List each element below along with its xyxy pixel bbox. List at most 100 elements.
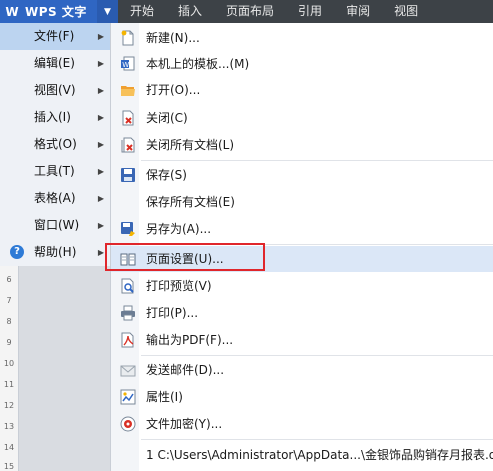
tab-references[interactable]: 引用 bbox=[286, 0, 334, 23]
close-document-icon bbox=[122, 110, 134, 126]
menu-item-label: 打印预览(V) bbox=[146, 279, 212, 293]
menu-item-new[interactable]: 新建(N)... C bbox=[111, 25, 493, 51]
menu-item-label: 窗口(W) bbox=[34, 218, 80, 232]
menu-item-edit[interactable]: 编辑(E) ▶ bbox=[0, 50, 110, 77]
menu-item-label: 保存(S) bbox=[146, 168, 187, 182]
highlight-box bbox=[105, 243, 265, 271]
ruler-tick: 7 bbox=[6, 296, 12, 305]
ruler-tick: 10 bbox=[3, 359, 15, 368]
tab-review[interactable]: 审阅 bbox=[334, 0, 382, 23]
main-menu: 文件(F) ▶ 编辑(E) ▶ 视图(V) ▶ 插入(I) ▶ 格式(O) ▶ … bbox=[0, 23, 111, 266]
chevron-right-icon: ▶ bbox=[97, 86, 104, 95]
menu-item-label: 文件(F) bbox=[34, 29, 75, 43]
ruler-tick: 13 bbox=[3, 422, 15, 431]
menu-item-label: 保存所有文档(E) bbox=[146, 195, 235, 209]
recent-file-path: 1 C:\Users\Administrator\AppData...\金银饰品… bbox=[146, 448, 493, 462]
menu-item-label: 新建(N)... bbox=[146, 31, 200, 45]
ruler-tick: 11 bbox=[3, 380, 15, 389]
menu-item-encrypt[interactable]: 文件加密(Y)... bbox=[111, 411, 493, 437]
menu-item-label: 关闭所有文档(L) bbox=[146, 138, 235, 152]
menu-item-template[interactable]: W 本机上的模板...(M) bbox=[111, 51, 493, 77]
help-icon: ? bbox=[10, 245, 24, 259]
menu-item-open[interactable]: 打开(O)... C bbox=[111, 77, 493, 103]
menu-item-label: 输出为PDF(F)... bbox=[146, 333, 234, 347]
pdf-export-icon bbox=[121, 332, 134, 348]
menu-item-label: 工具(T) bbox=[34, 164, 75, 178]
menu-item-label: 发送邮件(D)... bbox=[146, 363, 225, 377]
menu-item-label: 视图(V) bbox=[34, 83, 76, 97]
menu-item-send-mail[interactable]: 发送邮件(D)... bbox=[111, 357, 493, 383]
close-all-documents-icon bbox=[121, 137, 135, 153]
menu-item-save[interactable]: 保存(S) C bbox=[111, 162, 493, 188]
menu-item-print-preview[interactable]: 打印预览(V) bbox=[111, 273, 493, 299]
menu-separator bbox=[141, 355, 493, 356]
printer-icon bbox=[121, 305, 135, 321]
menu-item-file[interactable]: 文件(F) ▶ bbox=[0, 23, 110, 50]
menu-item-label: 打开(O)... bbox=[146, 83, 201, 97]
menu-item-label: 帮助(H) bbox=[34, 245, 77, 259]
ruler-tick: 15 bbox=[3, 462, 15, 471]
menu-item-insert[interactable]: 插入(I) ▶ bbox=[0, 104, 110, 131]
ruler-tick: 8 bbox=[6, 317, 12, 326]
chevron-right-icon: ▶ bbox=[97, 194, 104, 203]
menu-item-close[interactable]: 关闭(C) bbox=[111, 105, 493, 131]
ruler-tick: 12 bbox=[3, 401, 15, 410]
tab-home[interactable]: 开始 bbox=[118, 0, 166, 23]
menu-item-label: 另存为(A)... bbox=[146, 222, 212, 236]
menu-item-help[interactable]: ? 帮助(H) ▶ bbox=[0, 239, 110, 266]
save-icon bbox=[121, 168, 135, 182]
print-preview-icon bbox=[121, 278, 134, 294]
menu-item-label: 编辑(E) bbox=[34, 56, 75, 70]
svg-text:W: W bbox=[122, 61, 129, 69]
chevron-down-icon[interactable]: ▼ bbox=[97, 0, 118, 23]
menu-item-label: 表格(A) bbox=[34, 191, 76, 205]
menu-separator bbox=[141, 439, 493, 440]
properties-icon bbox=[120, 389, 136, 405]
menu-item-view[interactable]: 视图(V) ▶ bbox=[0, 77, 110, 104]
menu-item-export-pdf[interactable]: 输出为PDF(F)... bbox=[111, 327, 493, 353]
tab-insert[interactable]: 插入 bbox=[166, 0, 214, 23]
menu-item-tools[interactable]: 工具(T) ▶ bbox=[0, 158, 110, 185]
new-document-icon bbox=[121, 30, 134, 46]
chevron-right-icon: ▶ bbox=[97, 32, 104, 41]
folder-open-icon bbox=[121, 86, 135, 96]
menu-item-print[interactable]: 打印(P)... C bbox=[111, 300, 493, 326]
chevron-right-icon: ▶ bbox=[97, 113, 104, 122]
menu-item-label: 属性(I) bbox=[146, 390, 183, 404]
menu-item-label: 插入(I) bbox=[34, 110, 71, 124]
tab-view[interactable]: 视图 bbox=[382, 0, 430, 23]
app-title: WPS 文字 bbox=[25, 5, 87, 19]
menu-item-window[interactable]: 窗口(W) ▶ bbox=[0, 212, 110, 239]
chevron-right-icon: ▶ bbox=[97, 140, 104, 149]
chevron-right-icon: ▶ bbox=[97, 167, 104, 176]
vertical-ruler: 6 7 8 9 10 11 12 13 14 15 bbox=[0, 266, 19, 471]
menu-item-properties[interactable]: 属性(I) bbox=[111, 384, 493, 410]
menu-separator bbox=[141, 160, 493, 161]
chevron-right-icon: ▶ bbox=[97, 59, 104, 68]
mail-icon bbox=[120, 365, 136, 377]
ruler-tick: 6 bbox=[6, 275, 12, 284]
wps-menu-button[interactable]: W WPS 文字 ▼ bbox=[0, 0, 118, 23]
ruler-tick: 14 bbox=[3, 443, 15, 452]
save-as-icon bbox=[121, 222, 135, 236]
menu-item-label: 文件加密(Y)... bbox=[146, 417, 223, 431]
encrypt-icon bbox=[120, 416, 136, 432]
menu-item-label: 打印(P)... bbox=[146, 306, 199, 320]
wps-logo-icon: W bbox=[5, 4, 19, 19]
ribbon-tabs: 开始 插入 页面布局 引用 审阅 视图 bbox=[118, 0, 430, 23]
menu-item-save-all[interactable]: 保存所有文档(E) bbox=[111, 189, 493, 215]
menu-item-format[interactable]: 格式(O) ▶ bbox=[0, 131, 110, 158]
chevron-right-icon: ▶ bbox=[97, 248, 104, 257]
menu-item-close-all[interactable]: 关闭所有文档(L) bbox=[111, 132, 493, 158]
menu-item-recent-file[interactable]: 1 C:\Users\Administrator\AppData...\金银饰品… bbox=[111, 442, 493, 468]
ruler-tick: 9 bbox=[6, 338, 12, 347]
menu-item-table[interactable]: 表格(A) ▶ bbox=[0, 185, 110, 212]
tab-page-layout[interactable]: 页面布局 bbox=[214, 0, 286, 23]
chevron-right-icon: ▶ bbox=[97, 221, 104, 230]
title-bar: W WPS 文字 ▼ 开始 插入 页面布局 引用 审阅 视图 bbox=[0, 0, 493, 23]
menu-item-label: 格式(O) bbox=[34, 137, 77, 151]
menu-item-label: 关闭(C) bbox=[146, 111, 188, 125]
menu-item-save-as[interactable]: 另存为(A)... bbox=[111, 216, 493, 242]
template-icon: W bbox=[121, 56, 135, 71]
menu-item-label: 本机上的模板...(M) bbox=[146, 57, 250, 71]
